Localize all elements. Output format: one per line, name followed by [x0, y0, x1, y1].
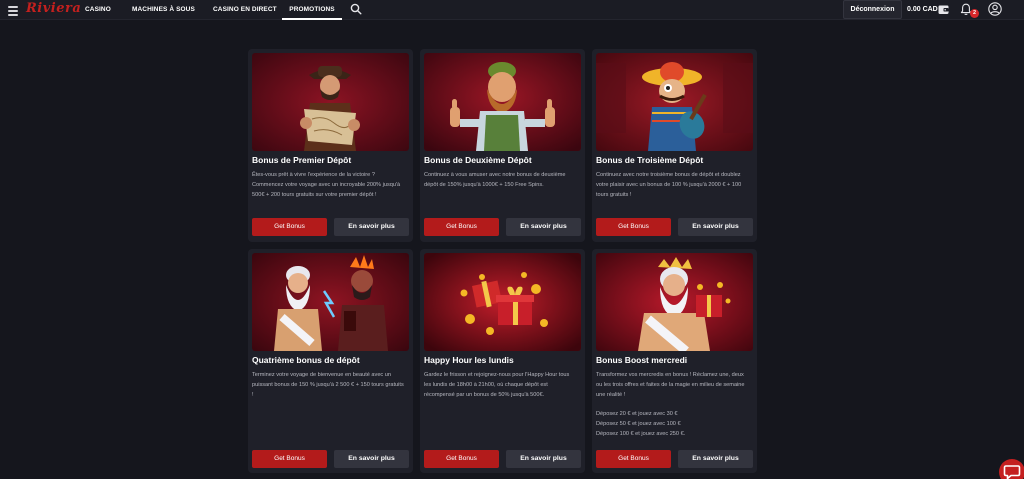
promotion-title: Happy Hour les lundis [424, 355, 514, 365]
description-line: Terminez votre voyage de bienvenue en be… [252, 372, 404, 398]
promotion-image [252, 53, 409, 151]
promotion-title: Bonus de Troisième Dépôt [596, 155, 704, 165]
promotion-description: Êtes-vous prêt à vivre l'expérience de l… [252, 171, 404, 200]
top-navigation-bar: Riviera CASINO MACHINES À SOUS CASINO EN… [0, 0, 1024, 20]
promotion-title: Bonus de Premier Dépôt [252, 155, 352, 165]
notification-count-badge: 2 [970, 9, 979, 18]
site-logo[interactable]: Riviera [26, 1, 81, 16]
promotion-title: Bonus Boost mercredi [596, 355, 688, 365]
user-account-icon[interactable] [988, 2, 1002, 16]
promotion-card: Happy Hour les lundis Gardez le frisson … [420, 249, 585, 473]
promotion-title: Quatrième bonus de dépôt [252, 355, 360, 365]
promotion-card: Bonus de Premier Dépôt Êtes-vous prêt à … [248, 49, 413, 242]
promotion-image [596, 253, 753, 351]
cowboy-with-map-illustration [252, 53, 409, 151]
promotion-card: Bonus Boost mercredi Transformez vos mer… [592, 249, 757, 473]
get-bonus-button[interactable]: Get Bonus [252, 450, 327, 468]
learn-more-button[interactable]: En savoir plus [506, 450, 581, 468]
zeus-gift-box-illustration [596, 253, 753, 351]
description-line: Continuez à vous amuser avec notre bonus… [424, 172, 566, 188]
wallet-icon[interactable] [938, 4, 949, 15]
get-bonus-button[interactable]: Get Bonus [424, 218, 499, 236]
description-line: Déposez 20 € et jouez avec 30 € [596, 411, 678, 418]
promotion-card: Bonus de Troisième Dépôt Continuez avec … [592, 49, 757, 242]
gift-boxes-coins-illustration [424, 253, 581, 351]
account-balance: 0.00 CAD [907, 6, 938, 13]
promotion-image [252, 253, 409, 351]
bearded-man-thumbs-up-illustration [424, 53, 581, 151]
description-line: Gardez le frisson et rejoignez-nous pour… [424, 372, 570, 398]
get-bonus-button[interactable]: Get Bonus [252, 218, 327, 236]
hamburger-menu-icon[interactable] [8, 4, 18, 16]
promotion-description: Terminez votre voyage de bienvenue en be… [252, 371, 404, 400]
promotion-description: Gardez le frisson et rejoignez-nous pour… [424, 371, 576, 400]
zeus-and-hades-illustration [252, 253, 409, 351]
nav-casino-en-direct[interactable]: CASINO EN DIRECT [213, 0, 277, 20]
get-bonus-button[interactable]: Get Bonus [596, 450, 671, 468]
promotion-description: Continuez avec notre troisième bonus de … [596, 171, 748, 200]
promotion-description: Transformez vos mercredis en bonus ! Réc… [596, 371, 748, 440]
get-bonus-button[interactable]: Get Bonus [596, 218, 671, 236]
description-line: Êtes-vous prêt à vivre l'expérience de l… [252, 172, 401, 198]
chat-bubble-icon [1003, 465, 1021, 479]
learn-more-button[interactable]: En savoir plus [506, 218, 581, 236]
description-line: Déposez 50 € et jouez avec 100 € [596, 420, 681, 427]
description-line: Continuez avec notre troisième bonus de … [596, 172, 742, 198]
description-line: Transformez vos mercredis en bonus ! Réc… [596, 372, 745, 398]
nav-machines-a-sous[interactable]: MACHINES À SOUS [132, 0, 195, 20]
promotion-card: Quatrième bonus de dépôt Terminez votre … [248, 249, 413, 473]
logout-button[interactable]: Déconnexion [843, 0, 902, 19]
promotion-image [596, 53, 753, 151]
mariachi-guitar-illustration [596, 53, 753, 151]
live-chat-button[interactable] [999, 459, 1024, 479]
promotion-card: Bonus de Deuxième Dépôt Continuez à vous… [420, 49, 585, 242]
promotion-image [424, 253, 581, 351]
nav-promotions[interactable]: PROMOTIONS [282, 0, 342, 20]
get-bonus-button[interactable]: Get Bonus [424, 450, 499, 468]
description-line: Déposez 100 € et jouez avec 250 €. [596, 430, 686, 437]
search-icon[interactable] [350, 3, 362, 15]
learn-more-button[interactable]: En savoir plus [678, 218, 753, 236]
learn-more-button[interactable]: En savoir plus [678, 450, 753, 468]
promotion-image [424, 53, 581, 151]
nav-casino[interactable]: CASINO [85, 0, 111, 20]
promotion-description: Continuez à vous amuser avec notre bonus… [424, 171, 576, 191]
learn-more-button[interactable]: En savoir plus [334, 450, 409, 468]
promotion-title: Bonus de Deuxième Dépôt [424, 155, 532, 165]
learn-more-button[interactable]: En savoir plus [334, 218, 409, 236]
